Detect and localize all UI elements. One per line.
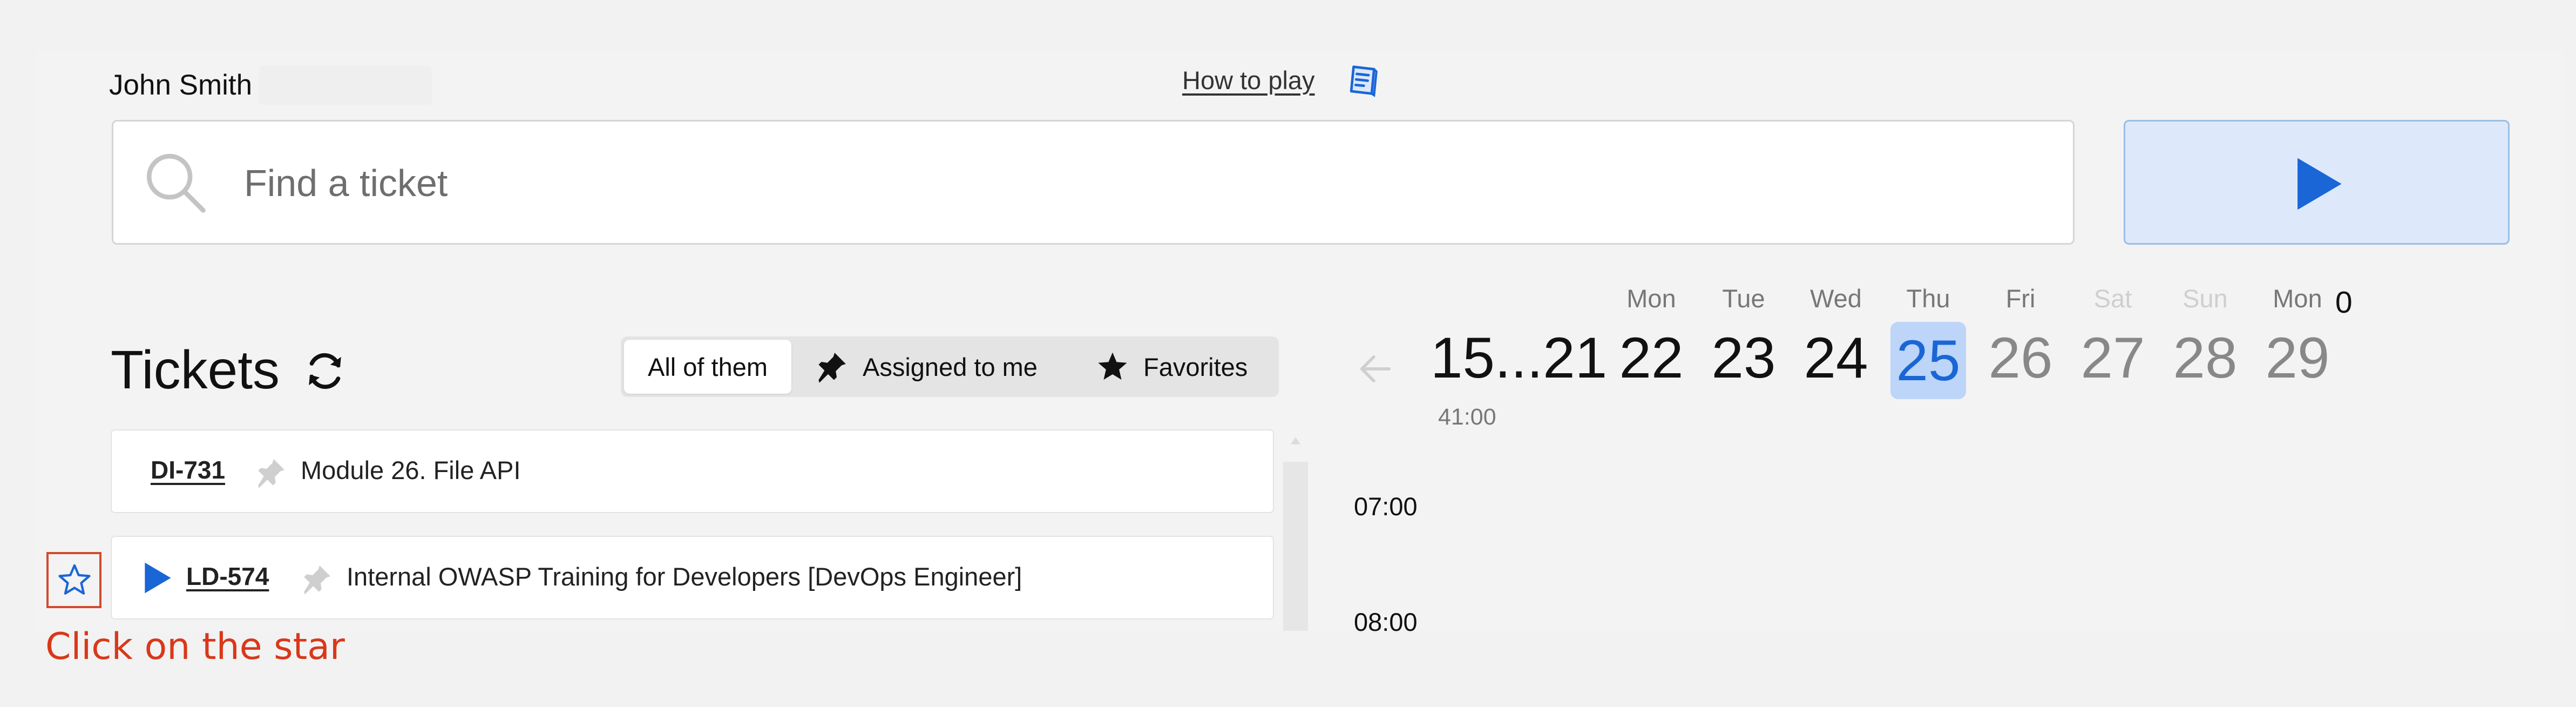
day-number[interactable]: 22 bbox=[1611, 324, 1692, 391]
book-icon[interactable] bbox=[1344, 62, 1382, 100]
ticket-code-link[interactable]: LD-574 bbox=[186, 562, 269, 591]
start-timer-button[interactable] bbox=[2124, 120, 2510, 245]
tickets-title: Tickets bbox=[111, 340, 280, 400]
ticket-list: DI-731 Module 26. File API LD-574 Intern… bbox=[111, 429, 1277, 631]
day-number[interactable]: 26 bbox=[1980, 324, 2061, 391]
day-name: Sun bbox=[2182, 284, 2228, 313]
instruction-annotation: Click on the star bbox=[45, 625, 345, 668]
filter-tab-all[interactable]: All of them bbox=[624, 340, 791, 394]
day-number[interactable]: 24 bbox=[1795, 324, 1876, 391]
day-name: Fri bbox=[2005, 284, 2036, 313]
day-number[interactable]: 23 bbox=[1703, 324, 1784, 391]
how-to-play-link[interactable]: How to play bbox=[1182, 65, 1315, 95]
pin-icon bbox=[818, 353, 846, 383]
ticket-title: Internal OWASP Training for Developers [… bbox=[347, 562, 1022, 591]
week-count: 0 bbox=[2335, 285, 2353, 320]
ticket-row[interactable]: LD-574 Internal OWASP Training for Devel… bbox=[111, 536, 1274, 620]
day-name: Mon bbox=[1626, 284, 1676, 313]
filter-tab-label: Favorites bbox=[1143, 352, 1248, 381]
play-icon[interactable] bbox=[139, 560, 175, 596]
search-input[interactable] bbox=[243, 147, 2026, 219]
week-hours-total: 41:00 bbox=[1438, 404, 1496, 430]
pin-icon[interactable] bbox=[301, 563, 333, 595]
day-name: Sat bbox=[2093, 284, 2132, 313]
play-icon bbox=[2297, 158, 2342, 210]
scroll-up-icon[interactable] bbox=[1290, 435, 1301, 447]
day-number-today[interactable]: 25 bbox=[1890, 322, 1966, 399]
star-filled-icon bbox=[1098, 352, 1127, 380]
previous-week-range[interactable]: 15...21 bbox=[1431, 324, 1607, 391]
refresh-icon[interactable] bbox=[302, 348, 348, 394]
user-info-blurred bbox=[259, 66, 432, 105]
day-name: Mon bbox=[2273, 284, 2322, 313]
star-outline-icon bbox=[58, 564, 91, 595]
day-name: Thu bbox=[1906, 284, 1950, 313]
day-number[interactable]: 29 bbox=[2257, 324, 2338, 391]
user-name: John Smith bbox=[109, 69, 253, 101]
filter-tab-label: All of them bbox=[647, 352, 768, 381]
ticket-title: Module 26. File API bbox=[301, 456, 521, 484]
filter-tab-favorites[interactable]: Favorites bbox=[1096, 340, 1248, 394]
ticket-code-link[interactable]: DI-731 bbox=[151, 455, 225, 484]
filter-tab-assigned[interactable]: Assigned to me bbox=[815, 340, 1038, 394]
day-number[interactable]: 28 bbox=[2165, 324, 2246, 391]
search-box[interactable] bbox=[112, 120, 2075, 245]
day-name: Wed bbox=[1810, 284, 1862, 313]
ticket-row[interactable]: DI-731 Module 26. File API bbox=[111, 429, 1274, 513]
day-name: Tue bbox=[1722, 284, 1765, 313]
day-number[interactable]: 27 bbox=[2072, 324, 2153, 391]
pin-icon[interactable] bbox=[255, 456, 287, 489]
filter-tab-label: Assigned to me bbox=[863, 352, 1038, 381]
ticket-list-scrollbar[interactable] bbox=[1283, 435, 1308, 631]
arrow-left-icon[interactable] bbox=[1355, 348, 1396, 389]
time-label: 07:00 bbox=[1354, 492, 1418, 521]
time-label: 08:00 bbox=[1354, 608, 1418, 636]
search-icon bbox=[146, 153, 206, 213]
favorite-star-button[interactable] bbox=[46, 552, 101, 608]
scroll-thumb[interactable] bbox=[1283, 462, 1308, 631]
ticket-filter-tabs: All of them Assigned to me Favorites bbox=[621, 336, 1279, 397]
